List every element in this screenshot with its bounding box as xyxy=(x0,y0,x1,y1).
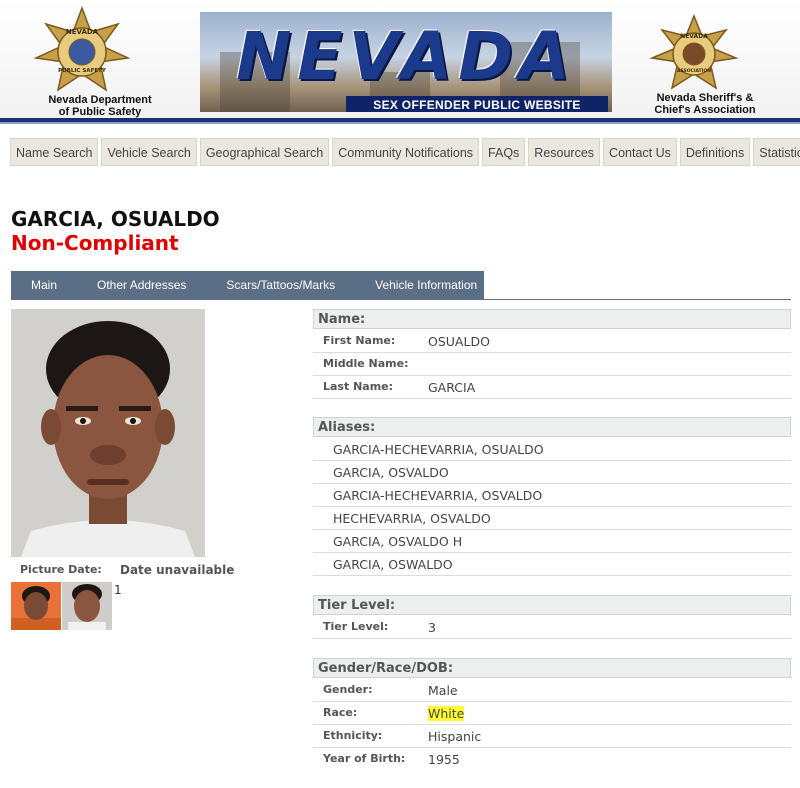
dps-caption: Nevada Department of Public Safety xyxy=(48,94,152,118)
site-banner: NEVADA PUBLIC SAFETY Nevada Department o… xyxy=(0,0,800,118)
offender-photo xyxy=(11,309,205,557)
nav-definitions[interactable]: Definitions xyxy=(679,138,751,166)
sheriffs-association-badge-icon: NEVADA ASSOCIATION xyxy=(648,13,740,96)
ethnicity-row: Ethnicity: Hispanic xyxy=(313,725,791,748)
offender-name: GARCIA, OSUALDO xyxy=(11,207,220,231)
alias-row: GARCIA, OSVALDO H xyxy=(313,530,791,553)
alias-row: GARCIA, OSWALDO xyxy=(313,553,791,576)
year-of-birth-row: Year of Birth: 1955 xyxy=(313,748,791,771)
gender-label: Gender: xyxy=(323,683,373,696)
alias-row: GARCIA-HECHEVARRIA, OSVALDO xyxy=(313,484,791,507)
photo-thumbnail-1[interactable] xyxy=(11,582,61,630)
ethnicity-label: Ethnicity: xyxy=(323,729,383,742)
photo-count: 1 xyxy=(114,583,122,597)
tab-other-addresses[interactable]: Other Addresses xyxy=(77,271,206,299)
first-name-label: First Name: xyxy=(323,334,396,347)
sheriffs-caption: Nevada Sheriff's & Chief's Association xyxy=(654,92,756,116)
dps-badge-icon: NEVADA PUBLIC SAFETY xyxy=(30,5,134,100)
race-label: Race: xyxy=(323,706,358,719)
middle-name-label: Middle Name: xyxy=(323,357,409,370)
svg-text:ASSOCIATION: ASSOCIATION xyxy=(677,68,711,74)
main-nav: Name Search Vehicle Search Geographical … xyxy=(10,138,800,166)
tier-section-heading: Tier Level: xyxy=(313,595,791,615)
nav-faqs[interactable]: FAQs xyxy=(482,138,526,166)
race-value: White xyxy=(428,706,465,721)
photo-thumbnail-2[interactable] xyxy=(62,582,112,630)
last-name-label: Last Name: xyxy=(323,380,394,393)
alias-value: HECHEVARRIA, OSVALDO xyxy=(333,511,491,526)
picture-date-value: Date unavailable xyxy=(120,563,235,577)
banner-divider-light xyxy=(0,122,800,124)
demographics-section-heading: Gender/Race/DOB: xyxy=(313,658,791,678)
tier-level-row: Tier Level: 3 xyxy=(313,616,791,639)
nav-statistics[interactable]: Statistics xyxy=(753,138,800,166)
svg-text:PUBLIC SAFETY: PUBLIC SAFETY xyxy=(58,68,107,74)
gender-row: Gender: Male xyxy=(313,679,791,702)
gender-value: Male xyxy=(428,683,458,698)
tab-vehicle-information[interactable]: Vehicle Information xyxy=(355,271,497,299)
aliases-section-heading: Aliases: xyxy=(313,417,791,437)
alias-value: GARCIA, OSVALDO H xyxy=(333,534,463,549)
tab-scars-tattoos-marks[interactable]: Scars/Tattoos/Marks xyxy=(206,271,355,299)
svg-text:NEVADA: NEVADA xyxy=(680,33,708,40)
year-of-birth-label: Year of Birth: xyxy=(323,752,406,765)
nav-geographical-search[interactable]: Geographical Search xyxy=(199,138,330,166)
picture-date-label: Picture Date: xyxy=(20,563,102,576)
tier-level-label: Tier Level: xyxy=(323,620,389,633)
ethnicity-value: Hispanic xyxy=(428,729,482,744)
alias-value: GARCIA, OSWALDO xyxy=(333,557,453,572)
tabs-divider xyxy=(11,299,791,300)
nav-vehicle-search[interactable]: Vehicle Search xyxy=(101,138,197,166)
first-name-value: OSUALDO xyxy=(428,334,490,349)
alias-value: GARCIA-HECHEVARRIA, OSVALDO xyxy=(333,488,543,503)
compliance-status: Non-Compliant xyxy=(11,231,179,255)
alias-row: GARCIA-HECHEVARRIA, OSUALDO xyxy=(313,438,791,461)
tier-level-value: 3 xyxy=(428,620,436,635)
svg-text:NEVADA: NEVADA xyxy=(66,28,99,36)
site-subtitle: SEX OFFENDER PUBLIC WEBSITE xyxy=(346,96,608,112)
first-name-row: First Name: OSUALDO xyxy=(313,330,791,353)
middle-name-row: Middle Name: xyxy=(313,353,791,376)
nav-contact-us[interactable]: Contact Us xyxy=(603,138,677,166)
detail-tabs: Main Other Addresses Scars/Tattoos/Marks… xyxy=(11,271,484,299)
site-title: NEVADA xyxy=(236,18,576,95)
alias-row: GARCIA, OSVALDO xyxy=(313,461,791,484)
race-row: Race: White xyxy=(313,702,791,725)
name-section-heading: Name: xyxy=(313,309,791,329)
tab-main[interactable]: Main xyxy=(11,271,77,299)
year-of-birth-value: 1955 xyxy=(428,752,460,767)
nav-resources[interactable]: Resources xyxy=(528,138,601,166)
nav-name-search[interactable]: Name Search xyxy=(10,138,99,166)
last-name-value: GARCIA xyxy=(428,380,476,395)
last-name-row: Last Name: GARCIA xyxy=(313,376,791,399)
nav-community-notifications[interactable]: Community Notifications xyxy=(332,138,480,166)
alias-value: GARCIA, OSVALDO xyxy=(333,465,449,480)
alias-row: HECHEVARRIA, OSVALDO xyxy=(313,507,791,530)
alias-value: GARCIA-HECHEVARRIA, OSUALDO xyxy=(333,442,544,457)
site-title-banner[interactable]: NEVADA SEX OFFENDER PUBLIC WEBSITE xyxy=(200,12,612,112)
